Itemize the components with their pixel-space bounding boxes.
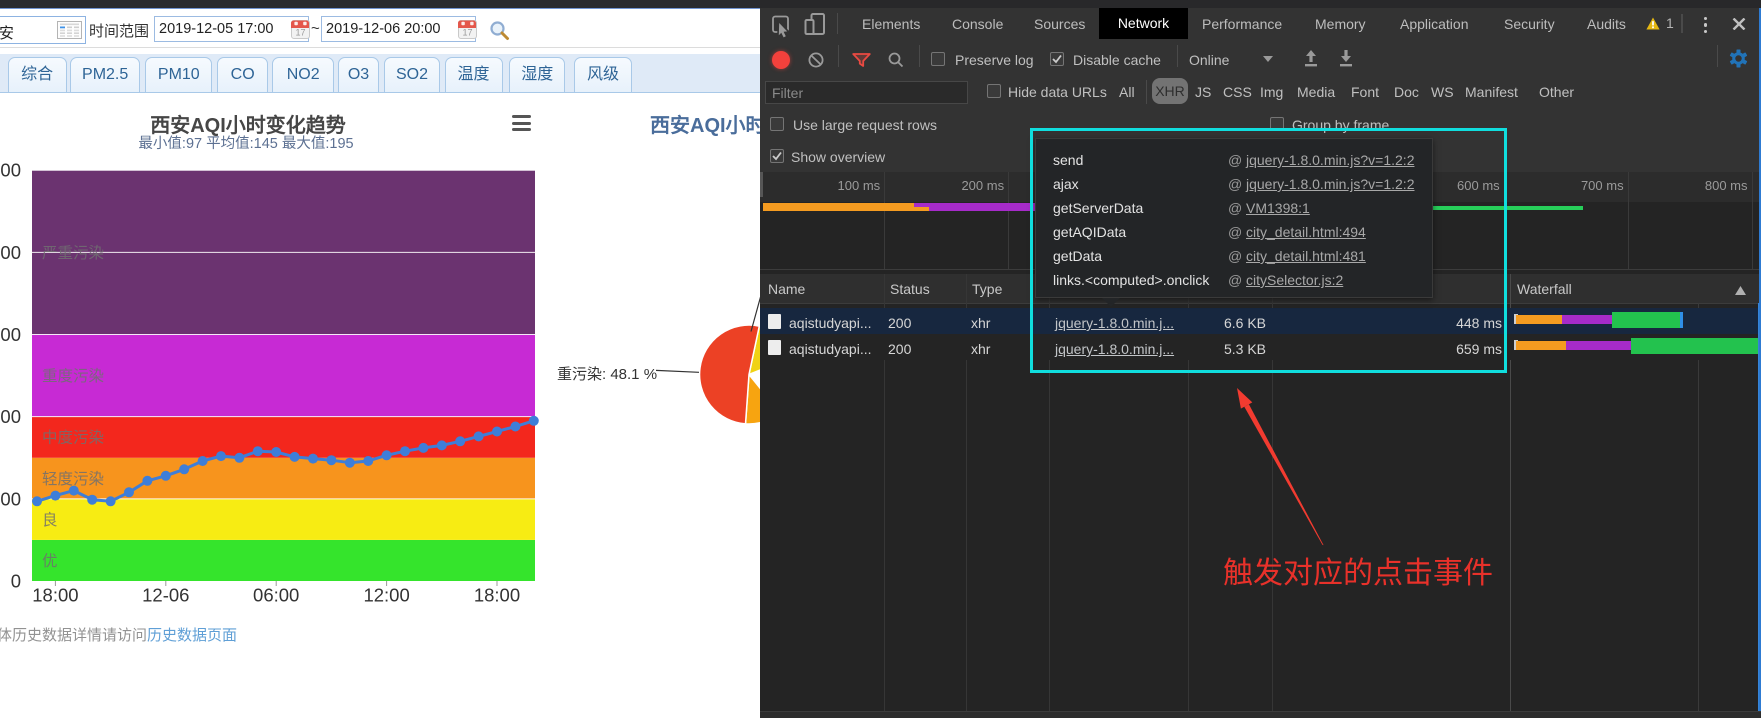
svg-text:300: 300 xyxy=(0,324,21,345)
svg-text:轻度污染: 轻度污染 xyxy=(42,470,104,488)
svg-text:400: 400 xyxy=(0,242,21,263)
svg-text:12-06: 12-06 xyxy=(142,585,189,606)
svg-text:06:00: 06:00 xyxy=(253,585,299,606)
svg-text:17: 17 xyxy=(295,28,305,38)
svg-text:0: 0 xyxy=(11,571,21,592)
svg-text:中度污染: 中度污染 xyxy=(42,429,104,447)
svg-text:12:00: 12:00 xyxy=(363,585,409,606)
svg-text:优: 优 xyxy=(42,552,58,570)
svg-text:重度污染: 重度污染 xyxy=(42,367,104,385)
svg-text:500: 500 xyxy=(0,160,21,181)
svg-text:17: 17 xyxy=(462,28,472,38)
svg-text:良: 良 xyxy=(42,511,58,529)
svg-text:18:00: 18:00 xyxy=(474,585,520,606)
svg-text:18:00: 18:00 xyxy=(32,585,78,606)
svg-text:100: 100 xyxy=(0,488,21,509)
svg-text:200: 200 xyxy=(0,406,21,427)
svg-text:严重污染: 严重污染 xyxy=(42,244,104,262)
